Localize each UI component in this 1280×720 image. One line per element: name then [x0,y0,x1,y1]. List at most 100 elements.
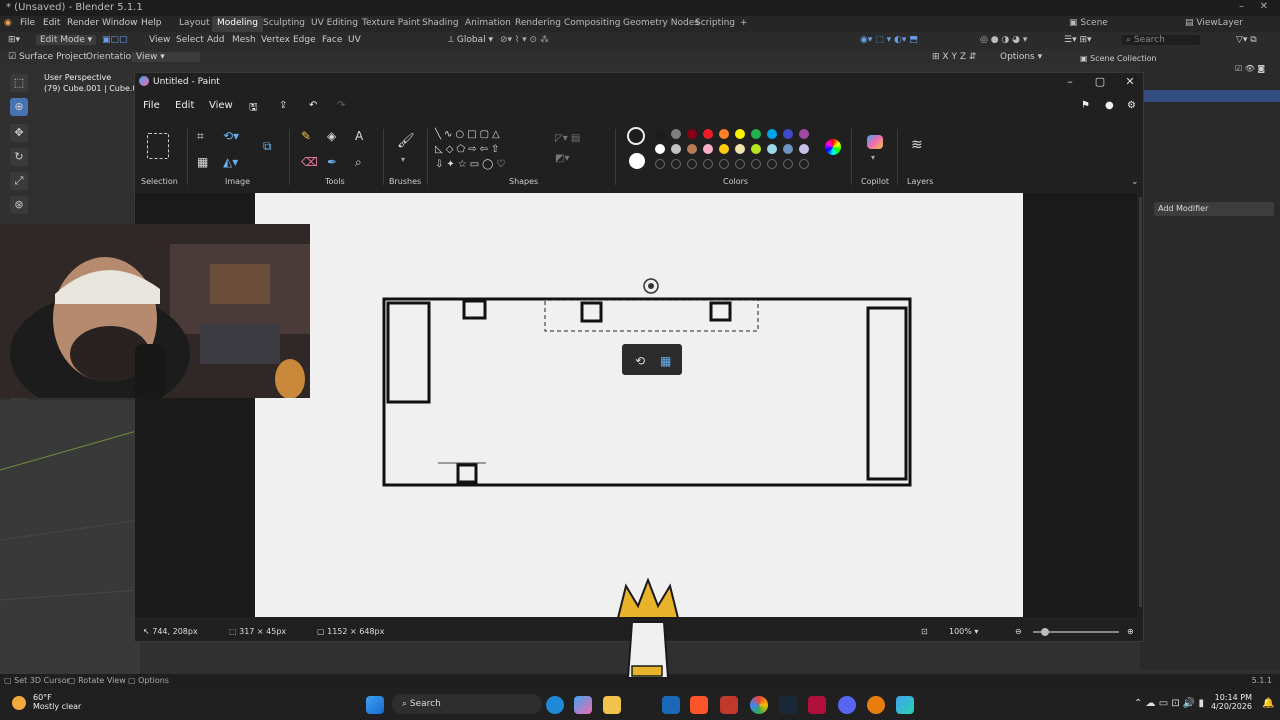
move-icon[interactable]: ✥ [10,124,28,142]
color-swatch[interactable] [687,144,697,154]
mode-selector[interactable]: Edit Mode ▾ [36,35,97,45]
scale-icon[interactable]: ⤢ [10,172,28,190]
workspace-tab-shading[interactable]: Shading [417,16,464,32]
blender-taskbar-icon[interactable] [867,696,885,714]
header-add[interactable]: Add [207,35,224,45]
color-swatch[interactable] [751,129,761,139]
paint-menu-view[interactable]: View [209,100,233,111]
color-swatch[interactable] [719,129,729,139]
fit-to-window-icon[interactable]: ⊡ [921,627,928,636]
store-icon[interactable] [662,696,680,714]
blender-logo-icon[interactable]: ◉ [4,18,12,28]
header-vertex[interactable]: Vertex [261,35,290,45]
color-swatch[interactable] [767,144,777,154]
empty-color-swatch[interactable] [751,159,761,169]
cursor-icon[interactable]: ⊕ [10,98,28,116]
empty-color-swatch[interactable] [703,159,713,169]
text-icon[interactable]: A [355,129,363,143]
color-swatch[interactable] [751,144,761,154]
color-swatch[interactable] [671,129,681,139]
rotate-image-icon[interactable]: ⟲▾ [223,129,239,143]
color-swatch[interactable] [655,144,665,154]
weather-widget[interactable]: 60°F Mostly clear [33,693,81,711]
menu-window[interactable]: Window [102,18,138,28]
eraser-icon[interactable]: ⌫ [301,155,318,169]
header-edge[interactable]: Edge [293,35,316,45]
secondary-color-swatch[interactable] [629,153,645,169]
file-explorer-icon[interactable] [603,696,621,714]
color-swatch[interactable] [719,144,729,154]
start-button-icon[interactable] [366,696,384,714]
selected-outliner-row[interactable] [1140,90,1280,102]
paint-minimize-button[interactable]: – [1057,75,1083,91]
outliner-search[interactable]: ⌕ Search [1122,35,1200,45]
select-box-icon[interactable]: ⬚ [10,74,28,92]
shape-fill-icon[interactable]: ◩▾ [555,153,569,164]
paint-close-button[interactable]: ✕ [1117,75,1143,91]
fill-icon[interactable]: ◈ [327,129,336,143]
empty-color-swatch[interactable] [735,159,745,169]
zoom-dropdown[interactable]: 100% ▾ [949,627,978,636]
selection-tool-icon[interactable] [147,133,169,159]
vertical-scrollbar[interactable] [1139,197,1142,607]
close-icon[interactable]: ✕ [1260,1,1268,12]
orientation-dropdown[interactable]: View ▾ [132,52,200,62]
resize-icon[interactable]: ▦ [197,155,208,169]
settings-icon[interactable]: ⚙ [1127,100,1136,111]
zoom-in-icon[interactable]: ⊕ [1127,627,1134,636]
outliner-editor-icon[interactable]: ☰▾ ⊞▾ [1064,35,1092,45]
workspace-tab-scripting[interactable]: Scripting [690,16,740,32]
brave-icon[interactable] [690,696,708,714]
collapse-ribbon-icon[interactable]: ⌄ [1131,177,1139,187]
feedback-icon[interactable]: ⚑ [1081,100,1090,111]
workspace-tab-uv-editing[interactable]: UV Editing [306,16,363,32]
snap-icon[interactable]: ⊘▾ ⌇ ▾ ⊙ ⁂ [500,35,549,45]
shading-mode-icons[interactable]: ◎ ● ◑ ◕ ▾ [980,35,1027,45]
weather-icon[interactable] [12,696,26,710]
system-tray-icons[interactable]: ⌃ ☁ ▭ ⊡ 🔊 ▮ [1134,698,1204,709]
workspace-tab-modeling[interactable]: Modeling [212,16,263,32]
background-removal-icon[interactable]: ⧉ [263,139,272,154]
magnifier-icon[interactable]: ⌕ [355,155,362,170]
layers-icon[interactable]: ≋ [911,137,923,153]
header-uv[interactable]: UV [348,35,361,45]
workspace-tab-animation[interactable]: Animation [460,16,516,32]
color-swatch[interactable] [799,129,809,139]
color-swatch[interactable] [783,129,793,139]
color-swatch[interactable] [735,129,745,139]
zoom-slider-thumb[interactable] [1041,628,1049,636]
overlay-icons[interactable]: ◉▾ ⬚ ▾ ◐▾ ⬒ [860,35,918,45]
transform-icon[interactable]: ⊛ [10,196,28,214]
empty-color-swatch[interactable] [783,159,793,169]
workspace-tab-compositing[interactable]: Compositing [559,16,625,32]
add-modifier-button[interactable]: Add Modifier [1154,202,1274,216]
color-swatch[interactable] [703,129,713,139]
scene-collection-item[interactable]: ▣ Scene Collection [1080,54,1157,63]
paint-taskbar-icon[interactable] [896,696,914,714]
paint-menu-edit[interactable]: Edit [175,100,194,111]
scene-selector[interactable]: ▣ Scene [1064,16,1113,32]
menu-help[interactable]: Help [141,18,162,28]
copilot-dropdown-icon[interactable]: ▾ [871,153,875,162]
edge-icon[interactable] [546,696,564,714]
color-picker-icon[interactable]: ✒ [327,155,337,169]
chrome-icon[interactable] [750,696,768,714]
color-swatch[interactable] [703,144,713,154]
options-dropdown[interactable]: Options ▾ [1000,52,1042,62]
copilot-icon[interactable] [867,135,883,149]
workspace-tab-sculpting[interactable]: Sculpting [258,16,310,32]
save-icon[interactable]: 🖫 [249,100,258,117]
empty-color-swatch[interactable] [687,159,697,169]
menu-file[interactable]: File [20,18,35,28]
empty-color-swatch[interactable] [671,159,681,169]
share-icon[interactable]: ⇪ [279,100,287,111]
empty-color-swatch[interactable] [655,159,665,169]
color-swatch[interactable] [735,144,745,154]
notification-icon[interactable]: 🔔 [1262,698,1274,709]
color-swatch[interactable] [783,144,793,154]
primary-color-swatch[interactable] [627,127,645,145]
discord-icon[interactable] [838,696,856,714]
brush-dropdown-icon[interactable]: ▾ [401,155,405,164]
header-view[interactable]: View [149,35,170,45]
outline-icon[interactable]: ◸▾ ▤ [555,133,580,144]
